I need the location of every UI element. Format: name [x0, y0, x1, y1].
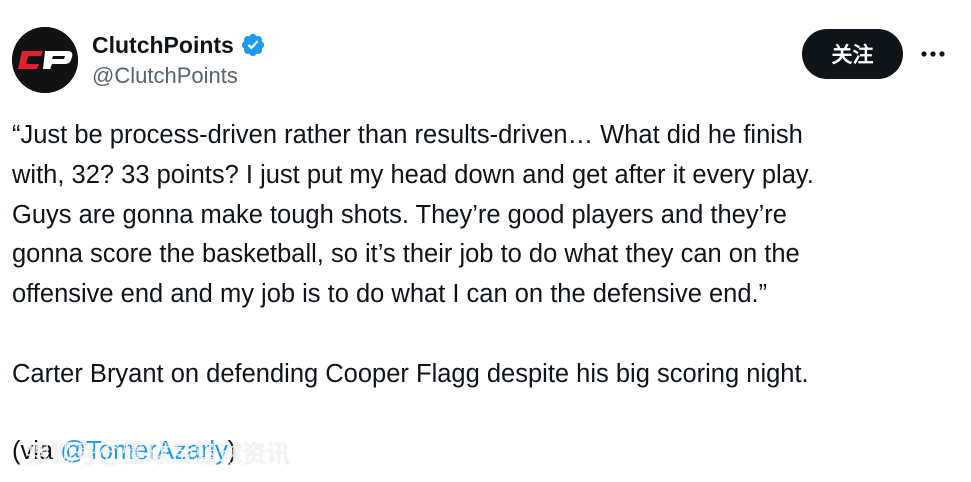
author-handle[interactable]: @ClutchPoints — [92, 63, 238, 89]
more-options-button[interactable] — [916, 40, 950, 68]
quote-line: offensive end and my job is to do what I… — [12, 280, 768, 309]
clutchpoints-cp-logo-icon — [12, 27, 78, 93]
author-name-row[interactable]: ClutchPoints — [92, 30, 266, 60]
quote-line: with, 32? 33 points? I just put my head … — [12, 160, 814, 189]
credit-prefix: (via — [12, 437, 61, 465]
credit-suffix: ) — [227, 437, 237, 465]
tweet-context: Carter Bryant on defending Cooper Flagg … — [12, 359, 809, 388]
credit-line: (via @TomerAzarly) — [12, 432, 236, 472]
verified-badge-icon — [241, 33, 264, 57]
tweet-body: “Just be process-driven rather than resu… — [12, 116, 952, 395]
quote-line: Guys are gonna make tough shots. They’re… — [12, 200, 787, 229]
quote-line: “Just be process-driven rather than resu… — [12, 121, 803, 149]
quote-line: gonna score the basketball, so it’s thei… — [12, 240, 800, 269]
mention-link[interactable]: @TomerAzarly — [60, 437, 228, 465]
avatar[interactable] — [12, 27, 78, 93]
tweet-card: ClutchPoints @ClutchPoints 关注 “Just be p… — [0, 0, 971, 482]
more-horizontal-icon — [921, 51, 945, 57]
author-display-name[interactable]: ClutchPoints — [92, 32, 234, 59]
follow-button[interactable]: 关注 — [802, 29, 903, 79]
